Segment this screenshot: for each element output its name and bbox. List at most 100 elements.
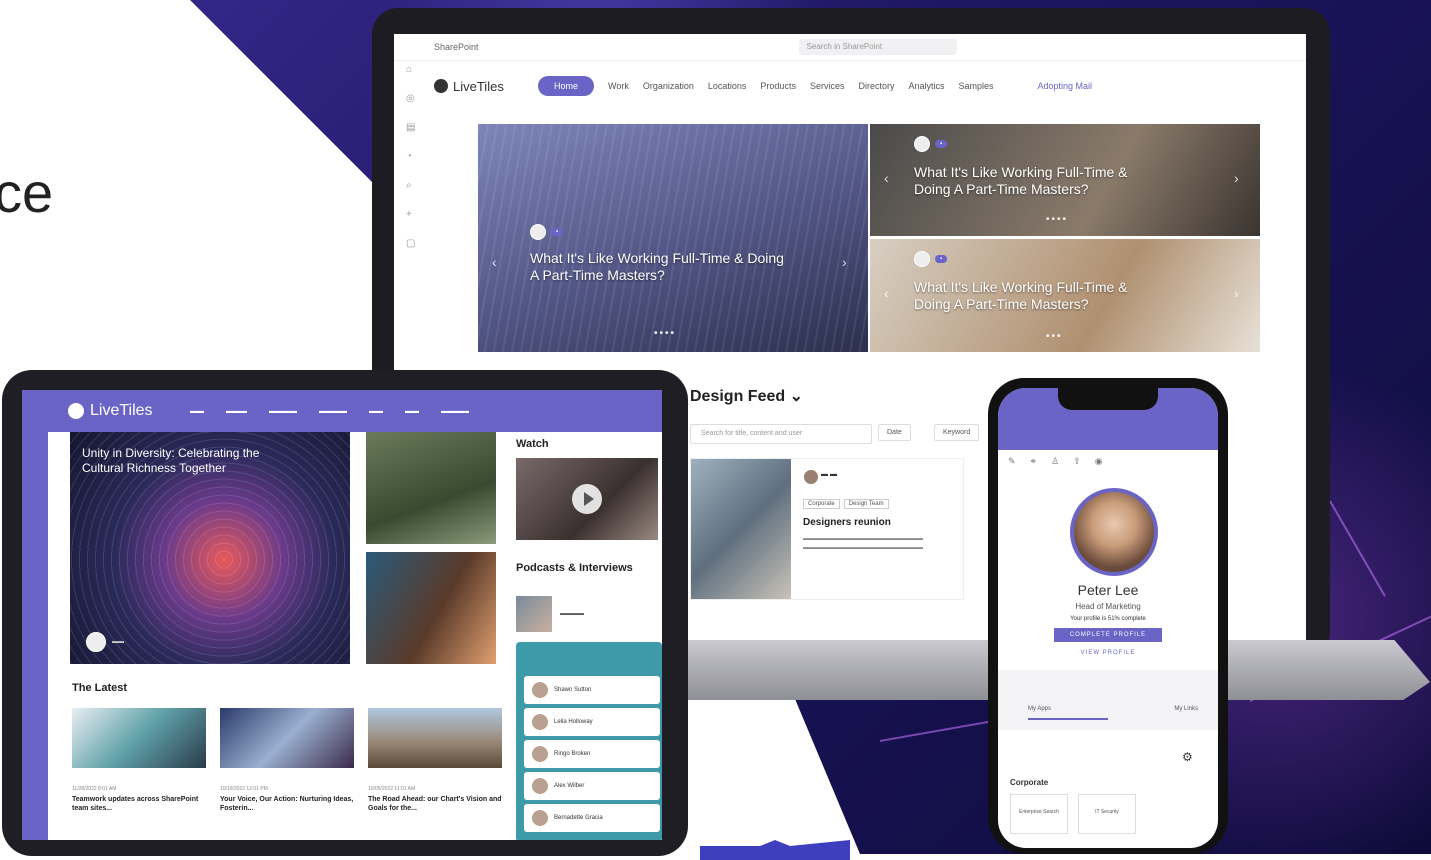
home-icon[interactable]: ⌂ — [406, 64, 420, 75]
logo-text: LiveTiles — [90, 402, 153, 419]
tab-my-apps[interactable]: My Apps — [1028, 706, 1051, 712]
nav-user[interactable]: Adopting Mail — [1038, 81, 1093, 91]
tablet-hero-title: Unity in Diversity: Celebrating the Cult… — [82, 446, 260, 475]
edit-icon[interactable]: ✎ — [1008, 456, 1016, 467]
chevron-right-icon[interactable]: › — [842, 254, 847, 270]
nav-work[interactable]: Work — [608, 81, 629, 91]
sharepoint-bar: SharePoint Search in SharePoint — [394, 34, 1306, 61]
avatar — [530, 224, 546, 240]
team-widget: Shawn Sutton Leila Holloway Ringo Broken… — [516, 642, 662, 840]
nav-item[interactable]: ▬▬ — [369, 408, 383, 415]
hero-author: ▬▬ — [86, 632, 124, 652]
podcast-item[interactable]: ▬▬▬▬ — [516, 596, 658, 632]
feed-card-image — [691, 459, 791, 599]
nav-services[interactable]: Services — [810, 81, 845, 91]
feed-chips: Corporate Design Team — [803, 499, 889, 509]
nav-analytics[interactable]: Analytics — [908, 81, 944, 91]
latest-card[interactable]: 11/28/2022 8:01 AM Teamwork updates acro… — [72, 708, 206, 813]
doc-icon[interactable]: ▢ — [406, 238, 420, 249]
search-input[interactable]: Search in SharePoint — [798, 39, 957, 55]
chip[interactable]: Design Team — [843, 499, 889, 509]
livetiles-logo[interactable]: LiveTiles — [68, 402, 168, 420]
app-tile-it-security[interactable]: IT Security — [1078, 794, 1136, 834]
tablet-hero[interactable]: Unity in Diversity: Celebrating the Cult… — [70, 432, 350, 664]
complete-profile-button[interactable]: COMPLETE PROFILE — [1054, 628, 1162, 642]
profile-completion: Your profile is 51% complete — [1070, 616, 1146, 622]
profile-photo[interactable] — [1070, 488, 1158, 576]
nav-item[interactable]: ▬▬ — [190, 408, 204, 415]
search-icon[interactable]: ⌕ — [406, 180, 420, 191]
nav-directory[interactable]: Directory — [858, 81, 894, 91]
latest-card[interactable]: 10/05/2022 11:01 AM The Road Ahead: our … — [368, 708, 502, 813]
globe-icon[interactable]: ◎ — [406, 93, 420, 104]
hero-tag: ▪ — [935, 140, 948, 148]
nav-item[interactable]: ▬▬ — [405, 408, 419, 415]
team-row[interactable]: Alex Wilber — [524, 772, 660, 800]
latest-card-image — [368, 708, 502, 768]
chevron-left-icon[interactable]: ‹ — [492, 254, 497, 270]
avatar — [532, 746, 548, 762]
profile-name: Peter Lee — [1077, 582, 1139, 598]
hero-top-right-slide[interactable]: ▪ What It's Like Working Full-Time & Doi… — [870, 124, 1260, 236]
nav-item[interactable]: ▬▬▬▬ — [269, 408, 297, 415]
chip[interactable]: Corporate — [803, 499, 840, 509]
team-row[interactable]: Shawn Sutton — [524, 676, 660, 704]
feed-card[interactable]: ▬ ▬ Corporate Design Team Designers reun… — [690, 458, 964, 600]
add-icon[interactable]: + — [406, 209, 420, 220]
nav-item[interactable]: ▬▬▬▬ — [441, 408, 469, 415]
design-feed-title[interactable]: Design Feed ⌄ — [690, 386, 803, 406]
filter-date[interactable]: Date — [878, 424, 911, 441]
nav-samples[interactable]: Samples — [959, 81, 994, 91]
app-tile-enterprise-search[interactable]: Enterprise Search — [1010, 794, 1068, 834]
team-row[interactable]: Bernadette Gracia — [524, 804, 660, 832]
nav-home[interactable]: Home — [538, 76, 595, 96]
avatar — [86, 632, 106, 652]
nav-locations[interactable]: Locations — [708, 81, 747, 91]
filter-keyword[interactable]: Keyword — [934, 424, 980, 441]
view-profile-link[interactable]: VIEW PROFILE — [998, 650, 1218, 656]
chevron-left-icon[interactable]: ‹ — [884, 285, 889, 301]
site-label[interactable]: SharePoint — [434, 42, 479, 52]
latest-card-image — [72, 708, 206, 768]
hero-main-slide[interactable]: ▪ What It's Like Working Full-Time & Doi… — [478, 124, 868, 352]
tablet-device: LiveTiles ▬▬ ▬▬▬ ▬▬▬▬ ▬▬▬▬ ▬▬ ▬▬ ▬▬▬▬ Un… — [2, 370, 688, 856]
tab-my-links[interactable]: My Links — [1174, 706, 1198, 712]
livetiles-logo[interactable]: LiveTiles — [434, 79, 524, 94]
team-row[interactable]: Ringo Broken — [524, 740, 660, 768]
video-tile[interactable] — [516, 458, 658, 540]
avatar — [532, 714, 548, 730]
latest-heading: The Latest — [72, 682, 128, 694]
avatar — [803, 469, 819, 485]
news-tile[interactable] — [366, 552, 496, 664]
play-icon[interactable] — [572, 484, 602, 514]
nav-item[interactable]: ▬▬▬ — [226, 408, 247, 415]
share-icon[interactable]: ⇪ — [1073, 456, 1081, 467]
nav-products[interactable]: Products — [760, 81, 796, 91]
latest-card[interactable]: 10/19/2022 12:01 PM Your Voice, Our Acti… — [220, 708, 354, 813]
avatar — [532, 810, 548, 826]
chevron-right-icon[interactable]: › — [1234, 170, 1239, 186]
nav-organization[interactable]: Organization — [643, 81, 694, 91]
view-icon[interactable]: ◉ — [1095, 456, 1103, 467]
team-row[interactable]: Leila Holloway — [524, 708, 660, 736]
hero-tag: ▪ — [551, 228, 564, 236]
carousel-dots[interactable]: ••• — [1046, 331, 1063, 342]
feed-search-input[interactable]: Search for title, content and user — [690, 424, 872, 444]
chevron-right-icon[interactable]: › — [1234, 285, 1239, 301]
chevron-left-icon[interactable]: ‹ — [884, 170, 889, 186]
phone-notch — [1058, 388, 1158, 410]
profile-role: Head of Marketing — [1075, 602, 1141, 611]
news-tile[interactable] — [366, 432, 496, 544]
link-icon[interactable]: ⚭ — [1030, 456, 1038, 467]
chat-icon[interactable]: ◔ — [406, 151, 420, 162]
carousel-dots[interactable]: •••• — [654, 328, 676, 339]
gear-icon[interactable]: ⚙ — [1182, 750, 1193, 764]
user-icon[interactable]: ♙ — [1051, 456, 1059, 467]
feed-card-title: Designers reunion — [803, 517, 891, 528]
nav-item[interactable]: ▬▬▬▬ — [319, 408, 347, 415]
carousel-dots[interactable]: •••• — [1046, 214, 1068, 225]
news-icon[interactable]: ▤ — [406, 122, 420, 133]
logo-icon — [434, 79, 448, 93]
hero-bottom-right-slide[interactable]: ▪ What It's Like Working Full-Time & Doi… — [870, 239, 1260, 352]
chevron-down-icon: ⌄ — [789, 388, 803, 405]
